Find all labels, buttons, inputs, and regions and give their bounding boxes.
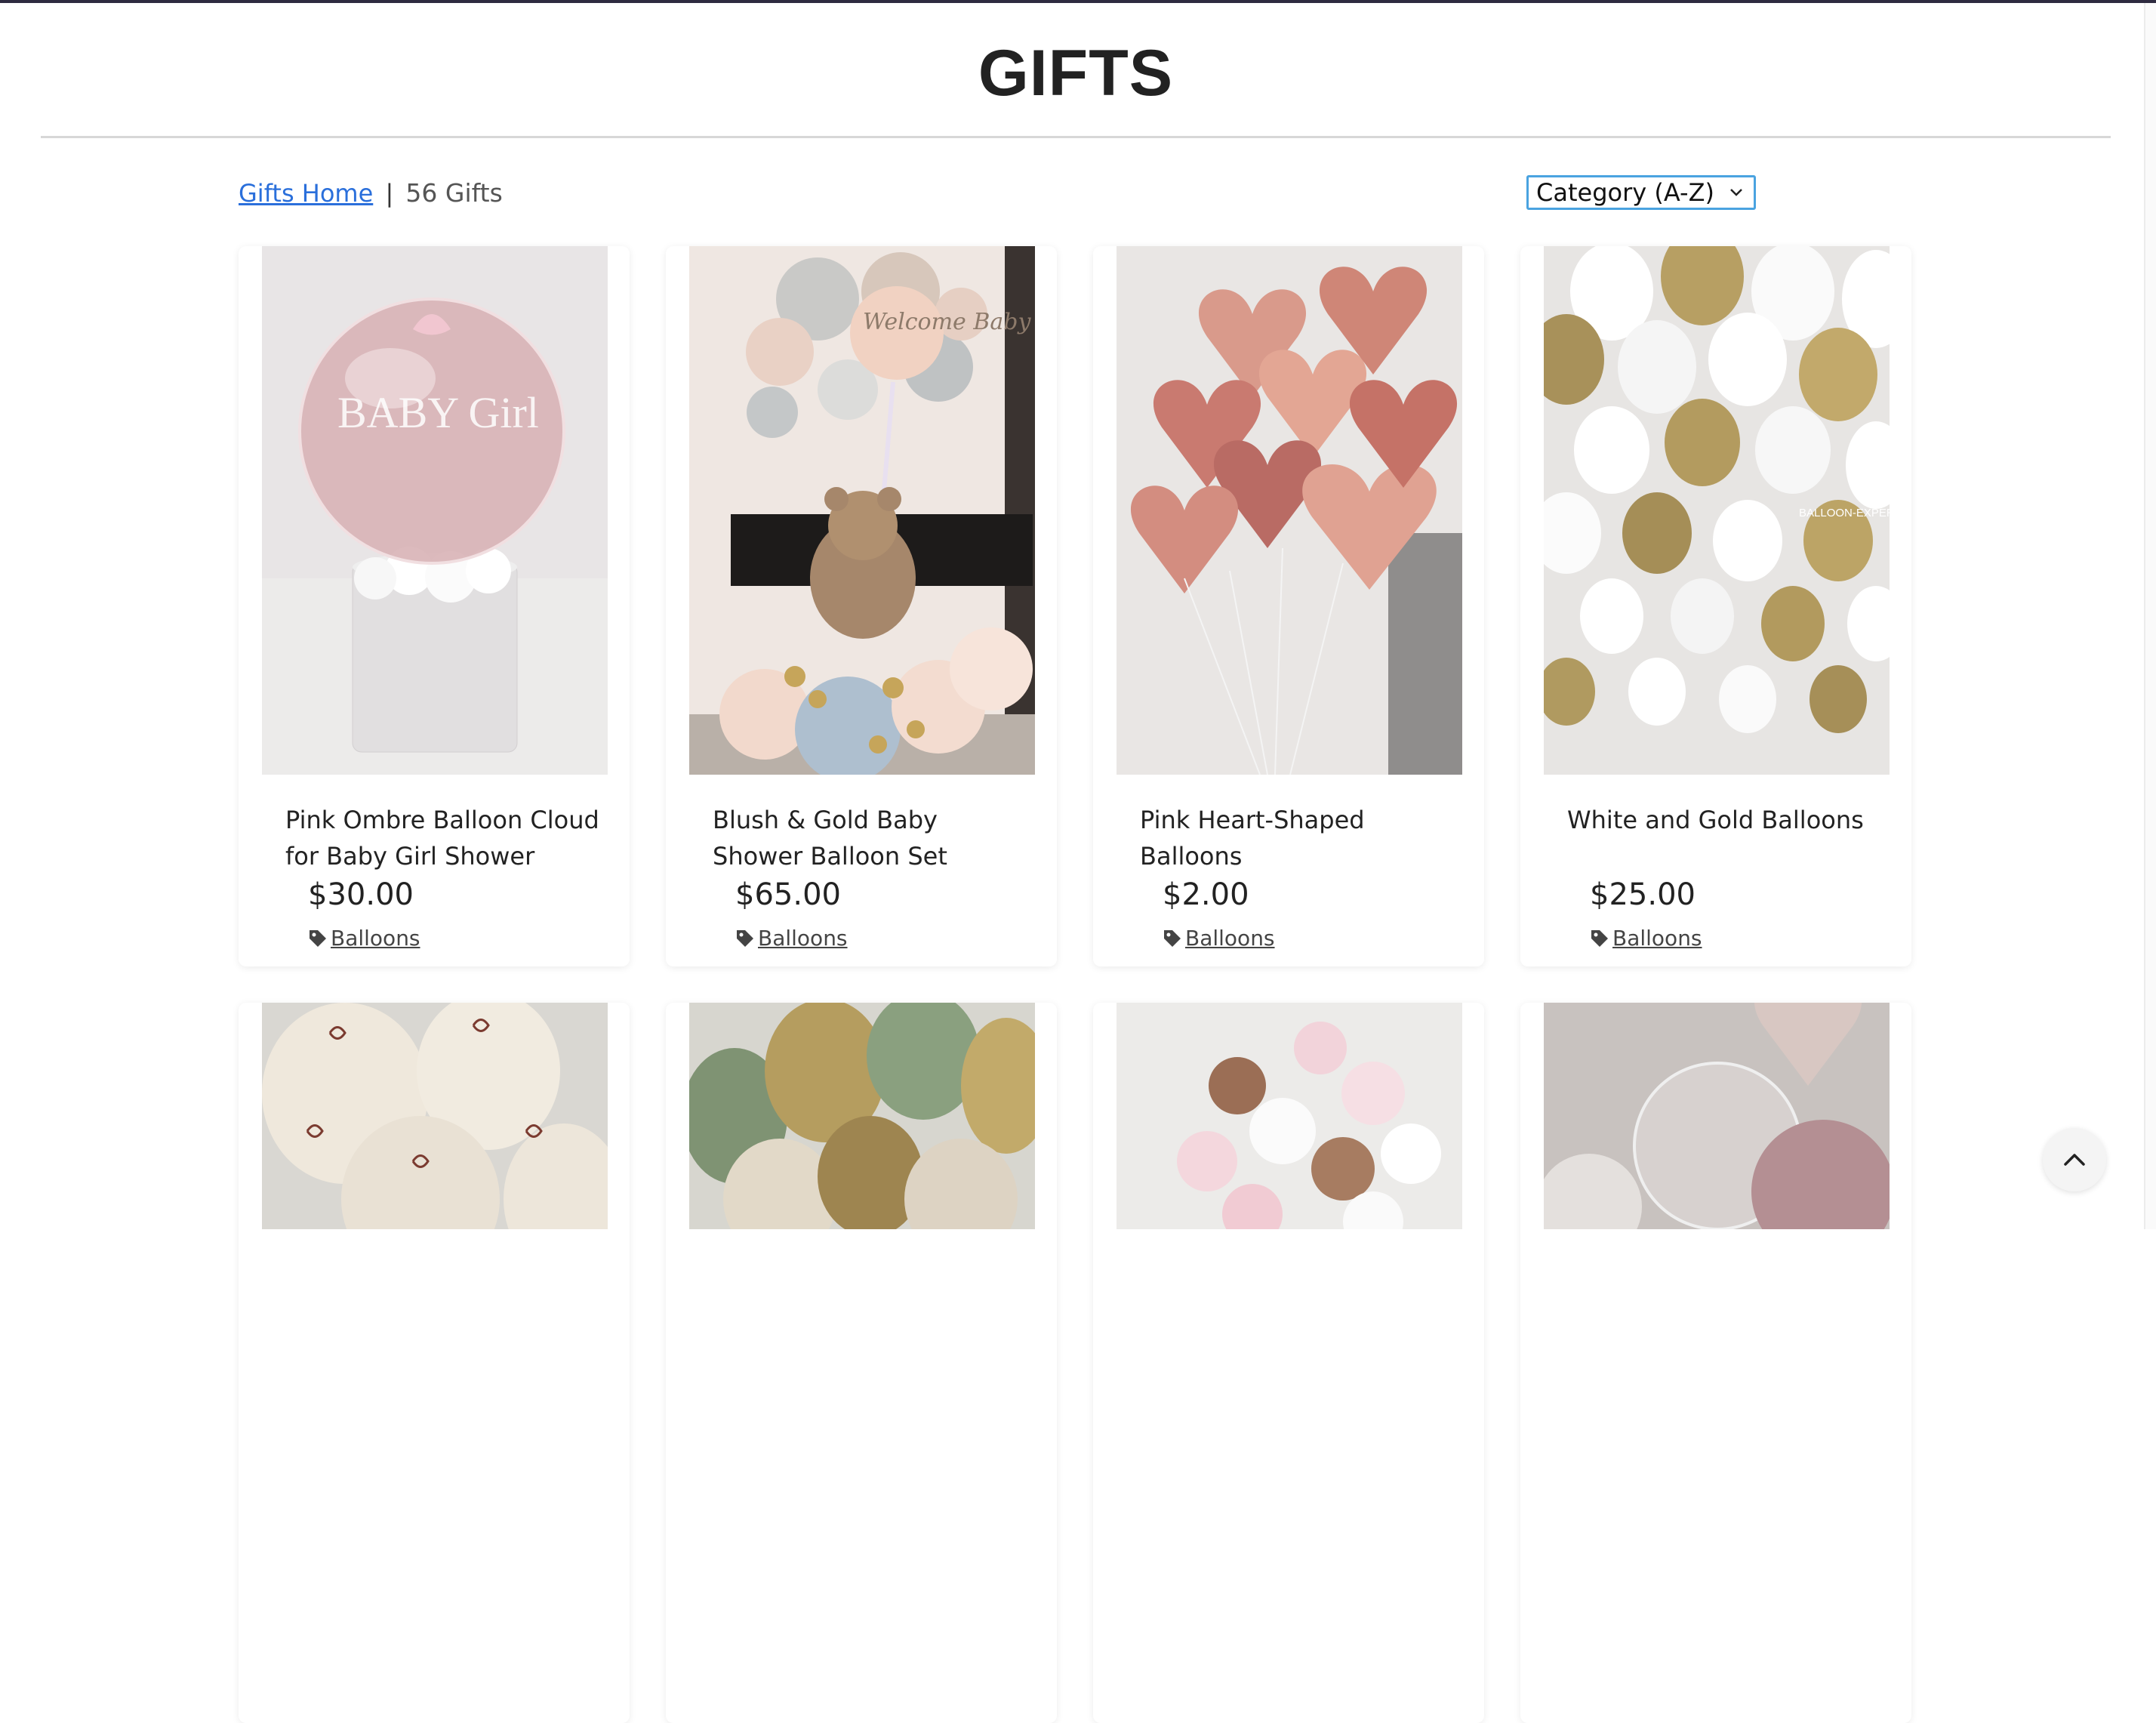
product-card[interactable]: BALLOON-EXPER White and Gold Balloons $2… <box>1520 246 1911 966</box>
image-text: BALLOON-EXPER <box>1799 507 1890 519</box>
product-price: $2.00 <box>1163 877 1249 912</box>
product-category: Balloons <box>1590 926 1702 951</box>
tag-icon <box>310 929 326 947</box>
category-link[interactable]: Balloons <box>1185 926 1275 951</box>
product-card[interactable]: BABY Girl Pink Ombre Balloon Cloud for B… <box>239 246 630 966</box>
product-card[interactable] <box>239 1003 630 1723</box>
title-divider <box>41 136 2111 138</box>
product-card[interactable] <box>666 1003 1057 1723</box>
page-title: GIFTS <box>978 37 1174 109</box>
product-image[interactable] <box>689 1003 1035 1531</box>
product-image[interactable] <box>1116 246 1462 775</box>
chevron-up-icon <box>2064 1154 2085 1166</box>
back-to-top-button[interactable] <box>2043 1128 2106 1191</box>
product-image[interactable] <box>1544 1003 1890 1531</box>
product-price: $65.00 <box>735 877 841 912</box>
sort-selected-value: Category (A-Z) <box>1536 178 1714 207</box>
gift-count: 56 Gifts <box>405 178 503 208</box>
product-name[interactable]: Pink Ombre Balloon Cloud for Baby Girl S… <box>285 802 602 874</box>
category-link[interactable]: Balloons <box>331 926 420 951</box>
image-text: BABY Girl <box>337 388 539 437</box>
product-category: Balloons <box>735 926 848 951</box>
product-card[interactable] <box>1520 1003 1911 1723</box>
product-category: Balloons <box>308 926 420 951</box>
tag-icon <box>1591 929 1608 947</box>
breadcrumb-separator: | <box>385 179 394 208</box>
tag-icon <box>1164 929 1181 947</box>
category-link[interactable]: Balloons <box>758 926 848 951</box>
sort-dropdown[interactable]: Category (A-Z) <box>1526 175 1756 210</box>
category-link[interactable]: Balloons <box>1612 926 1702 951</box>
product-card[interactable]: Pink Heart-Shaped Balloons $2.00 Balloon… <box>1093 246 1484 966</box>
product-image[interactable]: Welcome Baby <box>689 246 1035 775</box>
product-name[interactable]: White and Gold Balloons <box>1567 802 1884 838</box>
product-card[interactable]: Welcome Baby Blush & Gold Baby Shower Ba… <box>666 246 1057 966</box>
image-text: Welcome Baby <box>863 309 1031 335</box>
product-image[interactable]: BALLOON-EXPER <box>1544 246 1890 775</box>
gifts-home-link[interactable]: Gifts Home <box>239 179 373 208</box>
product-image[interactable] <box>1116 1003 1462 1531</box>
product-name[interactable]: Blush & Gold Baby Shower Balloon Set <box>713 802 1030 874</box>
product-card[interactable] <box>1093 1003 1484 1723</box>
product-price: $30.00 <box>308 877 414 912</box>
product-price: $25.00 <box>1590 877 1696 912</box>
chevron-down-icon <box>1730 189 1742 196</box>
breadcrumb: Gifts Home | 56 Gifts <box>239 178 503 208</box>
top-border <box>0 0 2156 3</box>
product-image[interactable] <box>262 1003 608 1531</box>
tag-icon <box>737 929 753 947</box>
product-category: Balloons <box>1163 926 1275 951</box>
page-scrollbar[interactable] <box>2144 3 2156 1229</box>
product-name[interactable]: Pink Heart-Shaped Balloons <box>1140 802 1457 874</box>
product-image[interactable]: BABY Girl <box>262 246 608 775</box>
